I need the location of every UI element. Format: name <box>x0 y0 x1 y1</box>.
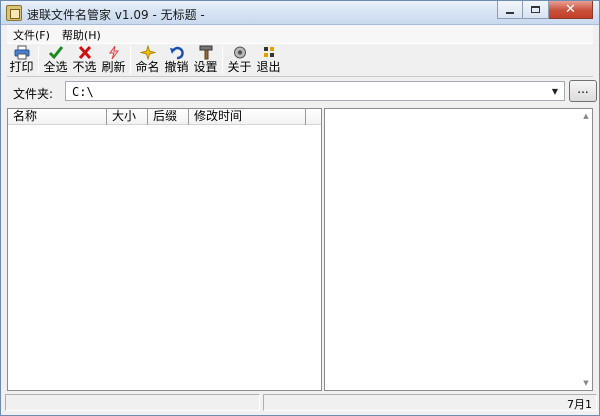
app-window: 速联文件名管家 v1.09 - 无标题 - ✕ 文件(F) 帮助(H) 打印 全… <box>0 0 600 416</box>
app-logo-icon <box>6 5 22 21</box>
printer-icon <box>14 45 30 60</box>
toolbar-separator <box>222 46 223 74</box>
menu-bar: 文件(F) 帮助(H) <box>7 25 593 43</box>
browse-folder-button[interactable]: ... <box>569 80 597 102</box>
status-pane-right: 7月1 <box>263 394 597 411</box>
red-x-icon <box>77 45 93 60</box>
refresh-label: 刷新 <box>101 60 126 74</box>
select-all-label: 全选 <box>43 60 68 74</box>
column-header-name[interactable]: 名称 <box>8 109 107 125</box>
dropdown-arrow-icon[interactable]: ▼ <box>548 84 562 98</box>
toolbar-separator <box>38 46 39 74</box>
status-bar: 7月1 <box>1 392 599 415</box>
menu-help[interactable]: 帮助(H) <box>56 25 107 43</box>
window-title: 速联文件名管家 v1.09 - 无标题 - <box>27 8 205 22</box>
minimize-button[interactable] <box>497 1 523 19</box>
about-button[interactable]: 关于 <box>225 44 254 76</box>
status-text: 7月1 <box>567 398 592 411</box>
sparkle-icon <box>139 45 156 60</box>
folder-row: 文件夹: C:\ ▼ ... <box>7 79 597 105</box>
scroll-down-icon[interactable]: ▼ <box>581 378 591 388</box>
about-icon <box>232 45 248 60</box>
print-button[interactable]: 打印 <box>7 44 36 76</box>
folder-path-combobox[interactable]: C:\ ▼ <box>65 81 565 101</box>
title-bar[interactable]: 速联文件名管家 v1.09 - 无标题 - ✕ <box>1 1 599 25</box>
folder-path-value: C:\ <box>72 85 94 99</box>
column-header-modified[interactable]: 修改时间 <box>189 109 306 125</box>
select-all-button[interactable]: 全选 <box>41 44 70 76</box>
status-pane-left <box>5 394 260 411</box>
print-label: 打印 <box>9 60 34 74</box>
settings-button[interactable]: 设置 <box>191 44 220 76</box>
column-header-extension[interactable]: 后缀 <box>148 109 189 125</box>
window-controls: ✕ <box>497 1 593 20</box>
hammer-icon <box>198 45 214 60</box>
refresh-button[interactable]: 刷新 <box>99 44 128 76</box>
maximize-icon <box>531 6 540 13</box>
about-label: 关于 <box>227 60 252 74</box>
rename-label: 命名 <box>135 60 160 74</box>
toolbar: 打印 全选 不选 刷新 命名 撤销 设置 关于 退出 <box>7 43 593 77</box>
folder-label: 文件夹: <box>13 87 54 101</box>
menu-file[interactable]: 文件(F) <box>7 25 56 43</box>
exit-icon <box>261 45 277 60</box>
settings-label: 设置 <box>193 60 218 74</box>
checkmark-icon <box>48 45 64 60</box>
file-list[interactable]: 名称 大小 后缀 修改时间 <box>7 108 322 391</box>
file-list-header: 名称 大小 后缀 修改时间 <box>8 109 321 125</box>
select-none-button[interactable]: 不选 <box>70 44 99 76</box>
close-icon: ✕ <box>565 2 576 17</box>
toolbar-separator <box>130 46 131 74</box>
undo-icon <box>169 45 185 60</box>
select-none-label: 不选 <box>72 60 97 74</box>
column-header-size[interactable]: 大小 <box>107 109 148 125</box>
exit-label: 退出 <box>256 60 281 74</box>
maximize-button[interactable] <box>523 1 549 19</box>
exit-button[interactable]: 退出 <box>254 44 283 76</box>
preview-panel[interactable]: ▲ ▼ <box>324 108 593 391</box>
undo-label: 撤销 <box>164 60 189 74</box>
lightning-icon <box>106 45 122 60</box>
minimize-icon <box>506 11 514 14</box>
undo-button[interactable]: 撤销 <box>162 44 191 76</box>
close-button[interactable]: ✕ <box>549 1 593 19</box>
rename-button[interactable]: 命名 <box>133 44 162 76</box>
scroll-up-icon[interactable]: ▲ <box>581 111 591 121</box>
vertical-scrollbar[interactable]: ▲ ▼ <box>580 109 592 390</box>
